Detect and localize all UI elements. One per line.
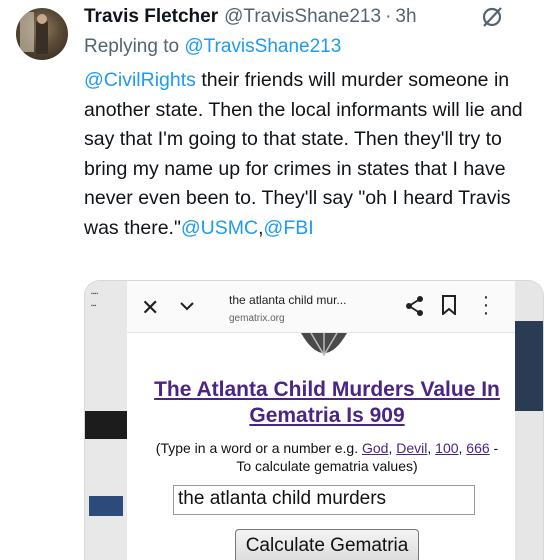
author-handle[interactable]: @TravisShane213 xyxy=(224,6,381,28)
author-name[interactable]: Travis Fletcher xyxy=(84,6,218,28)
tweet-header: Travis Fletcher @TravisShane213 · 3h xyxy=(84,6,510,30)
background-page-right xyxy=(513,281,543,560)
tweet-media-image[interactable]: ▪▪▪▪ ▪▪▪ ✕ the atlanta child mur... gema… xyxy=(84,280,544,560)
more-vertical-icon: · · · xyxy=(482,286,490,324)
avatar-head xyxy=(37,14,47,24)
hint-link-devil: Devil xyxy=(396,440,428,456)
mention-usmc[interactable]: @USMC xyxy=(181,217,258,239)
replying-to: Replying to @TravisShane213 xyxy=(84,36,341,58)
hint-link-666: 666 xyxy=(466,440,490,456)
phone-screenshot: ✕ the atlanta child mur... gematrix.org … xyxy=(127,281,515,560)
header-separator: · xyxy=(385,6,392,27)
tweet-body: their friends will murder someone in ano… xyxy=(84,69,523,239)
mention-civilrights[interactable]: @CivilRights xyxy=(84,69,196,91)
share-icon xyxy=(406,296,423,316)
bookmark-icon xyxy=(442,295,456,315)
close-icon: ✕ xyxy=(141,295,160,320)
mention-fbi[interactable]: @FBI xyxy=(264,217,314,239)
tweet-text: @CivilRights their friends will murder s… xyxy=(84,66,540,243)
bg-text: ▪▪▪ xyxy=(91,303,97,309)
hint-link-god: God xyxy=(362,440,389,456)
browser-toolbar: ✕ the atlanta child mur... gematrix.org … xyxy=(127,281,515,333)
hint-text: (Type in a word or a number e.g. God, De… xyxy=(155,440,499,474)
hint-prefix: (Type in a word or a number e.g. xyxy=(155,440,359,456)
grok-icon[interactable] xyxy=(480,5,504,29)
chevron-down-icon xyxy=(180,302,194,311)
hint-line2: To calculate gematria values) xyxy=(236,458,418,474)
bg-text: ▪▪▪▪ xyxy=(91,291,99,297)
tweet-time[interactable]: 3h xyxy=(395,6,416,28)
avatar[interactable] xyxy=(16,8,68,60)
background-page-left: ▪▪▪▪ ▪▪▪ xyxy=(85,281,127,560)
bg-block xyxy=(513,321,543,411)
hint-link-100: 100 xyxy=(435,440,459,456)
gematria-search-input: the atlanta child murders xyxy=(173,485,475,515)
browser-page-title: the atlanta child mur... xyxy=(229,293,347,307)
bg-block xyxy=(85,411,127,439)
result-title-link: The Atlanta Child Murders Value In Gemat… xyxy=(154,378,500,427)
hint-suffix: - xyxy=(493,440,499,456)
avatar-light xyxy=(20,12,34,52)
gematria-logo xyxy=(301,333,347,357)
replying-prefix: Replying to xyxy=(84,36,180,57)
bg-block xyxy=(89,496,123,516)
browser-url: gematrix.org xyxy=(229,313,285,324)
calculate-gematria-button: Calculate Gematria xyxy=(235,529,419,560)
replying-handle-link[interactable]: @TravisShane213 xyxy=(184,36,341,57)
